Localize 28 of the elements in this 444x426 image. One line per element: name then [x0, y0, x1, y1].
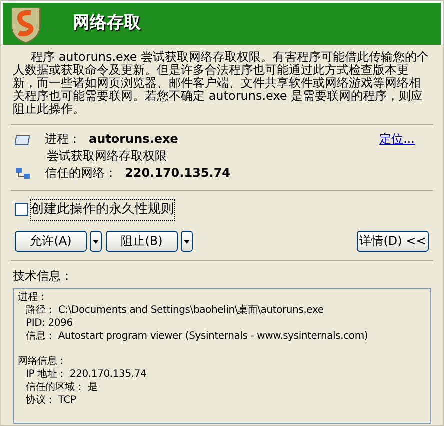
info-line: 信息： Autostart program viewer (Sysinternals - www.sysinternals.com) — [25, 330, 370, 342]
section-heading: 进程： — [18, 290, 48, 304]
window-icon — [15, 134, 31, 146]
caret-icon — [93, 240, 99, 244]
dropdown-button[interactable] — [181, 230, 193, 252]
info-line: 路径： C:\Documents and Settings\baohelin\桌面\autoruns.exe — [25, 304, 325, 316]
dropdown-button[interactable] — [90, 230, 102, 252]
info-line: PID: 2096 — [25, 316, 74, 330]
locate-link[interactable]: 定位... — [380, 131, 415, 148]
action-button[interactable]: 允许(A) — [15, 230, 87, 252]
window-title: 网络存取 — [73, 12, 141, 36]
info-line: 协议： TCP — [25, 394, 78, 406]
action-button[interactable]: 详情(D) << — [357, 230, 429, 252]
process-label: 进程： — [45, 131, 81, 148]
permanent-rule-label[interactable]: 创建此操作的永久性规则 — [30, 199, 175, 220]
action-button[interactable]: 阻止(B) — [106, 230, 178, 252]
tech-info-label: 技术信息： — [12, 268, 74, 284]
permanent-rule-checkbox[interactable] — [15, 203, 28, 216]
info-line: IP 地址： 220.170.135.74 — [25, 368, 148, 380]
network-icon — [15, 166, 31, 180]
network-address: 220.170.135.74 — [125, 165, 231, 182]
action-text: 尝试获取网络存取权限 — [47, 148, 168, 165]
description-text: 程序 autoruns.exe 尝试获取网络存取权限。有害程序可能借此传输您的个人数据或获取命令及更新。但是许多合法程序也可能通过此方式检查版本更新，而一些诸如网页浏览器、邮件客户端、文件共享软件或网络游戏等网络相关程序也可能需要联网。若您不确定 autoruns.exe 是需要联网的程序，则应阻止此操作。 — [12, 49, 430, 116]
process-name: autoruns.exe — [89, 131, 178, 148]
network-label: 信任的网络： — [45, 165, 117, 182]
section-heading: 网络信息： — [18, 354, 68, 368]
caret-icon — [184, 240, 190, 244]
info-line: 信任的区域： 是 — [25, 380, 99, 394]
